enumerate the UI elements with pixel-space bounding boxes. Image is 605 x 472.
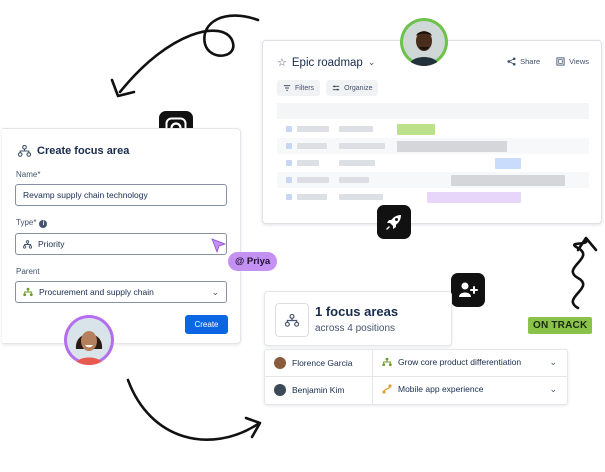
- parent-label: Parent: [16, 267, 40, 276]
- parent-select-value: Procurement and supply chain: [39, 287, 154, 297]
- person-name: Benjamin Kim: [292, 385, 345, 395]
- person-cell: Florence Garcia: [274, 357, 352, 369]
- filters-button[interactable]: Filters: [277, 80, 321, 96]
- name-label: Name*: [16, 170, 41, 179]
- star-icon[interactable]: ☆: [277, 56, 287, 69]
- chevron-down-icon[interactable]: ⌄: [211, 287, 219, 298]
- hierarchy-icon: [23, 239, 32, 249]
- hierarchy-icon: [23, 287, 33, 297]
- epic-roadmap-card: ☆ Epic roadmap ⌄ Share Views Filters Org…: [262, 40, 602, 224]
- assignments-table: Florence Garcia Grow core product differ…: [264, 349, 568, 405]
- roadmap-title-text: Epic roadmap: [291, 56, 363, 69]
- timeline-bar[interactable]: [451, 175, 565, 186]
- focus-count-subtitle: across 4 positions: [315, 323, 396, 334]
- avatar-woman-image: [67, 318, 111, 365]
- filter-icon: [283, 85, 291, 91]
- rocket-tile: [377, 205, 411, 239]
- focus-count-title: 1 focus areas: [315, 304, 399, 319]
- avatar: [274, 384, 286, 396]
- roadmap-actions: Share Views: [507, 57, 589, 66]
- filters-label: Filters: [295, 84, 315, 92]
- person-cell: Benjamin Kim: [274, 384, 344, 396]
- roadmap-title[interactable]: ☆ Epic roadmap ⌄: [277, 56, 376, 70]
- timeline-bar[interactable]: [397, 141, 507, 152]
- info-icon[interactable]: i: [39, 220, 48, 228]
- form-title: Create focus area: [18, 145, 129, 157]
- person-name: Florence Garcia: [292, 358, 353, 368]
- chevron-down-icon[interactable]: ⌄: [549, 357, 557, 368]
- roadmap-filter-bar: Filters Organize: [277, 80, 379, 96]
- create-button[interactable]: Create: [185, 315, 228, 334]
- path-icon: [382, 384, 392, 394]
- avatar-man-image: [403, 21, 445, 66]
- views-icon: [556, 57, 565, 66]
- roadmap-row[interactable]: [277, 189, 589, 205]
- hierarchy-icon: [285, 313, 299, 327]
- curved-arrow-bottom: [126, 378, 260, 441]
- table-row[interactable]: Benjamin Kim Mobile app experience ⌄: [265, 377, 567, 403]
- type-label: Type* i: [16, 218, 48, 228]
- avatar: [274, 357, 286, 369]
- focus-area-name: Grow core product differentiation: [398, 357, 522, 367]
- chevron-down-icon[interactable]: ⌄: [368, 57, 376, 68]
- hierarchy-icon: [18, 145, 31, 157]
- focus-area-cell: Mobile app experience: [382, 384, 484, 394]
- views-button[interactable]: Views: [556, 57, 589, 66]
- share-label: Share: [520, 57, 541, 66]
- share-button[interactable]: Share: [507, 57, 540, 66]
- hierarchy-icon: [382, 357, 392, 367]
- avatar-woman: [64, 315, 114, 365]
- type-label-text: Type*: [16, 218, 37, 227]
- type-select[interactable]: Priority: [15, 233, 227, 255]
- name-field[interactable]: Revamp supply chain technology: [15, 184, 227, 206]
- status-badge: ON TRACK: [528, 317, 593, 334]
- views-label: Views: [569, 57, 589, 66]
- focus-areas-summary: 1 focus areas across 4 positions: [264, 291, 452, 346]
- curved-arrow-top: [118, 14, 260, 94]
- rocket-icon: [386, 215, 401, 230]
- timeline-bar[interactable]: [495, 158, 521, 169]
- organize-icon: [332, 85, 340, 91]
- timeline-bar[interactable]: [397, 124, 435, 135]
- focus-area-icon-box: [275, 303, 309, 337]
- share-icon: [507, 57, 516, 66]
- organize-button[interactable]: Organize: [326, 80, 379, 96]
- roadmap-table-header: [277, 103, 589, 119]
- add-user-icon: [459, 282, 478, 297]
- roadmap-row[interactable]: [277, 121, 589, 137]
- parent-select[interactable]: Procurement and supply chain ⌄: [15, 281, 227, 303]
- type-select-value: Priority: [38, 239, 65, 249]
- add-user-tile: [451, 273, 485, 307]
- name-field-value: Revamp supply chain technology: [23, 190, 148, 200]
- focus-area-name: Mobile app experience: [398, 384, 484, 394]
- roadmap-row[interactable]: [277, 138, 589, 154]
- timeline-bar[interactable]: [427, 192, 521, 203]
- roadmap-row[interactable]: [277, 155, 589, 171]
- chevron-down-icon[interactable]: ⌄: [549, 384, 557, 395]
- create-focus-area-form: Create focus area Name* Revamp supply ch…: [2, 128, 241, 344]
- cursor-pointer-icon: [211, 238, 227, 254]
- focus-area-cell: Grow core product differentiation: [382, 357, 521, 367]
- table-row[interactable]: Florence Garcia Grow core product differ…: [265, 350, 567, 376]
- organize-label: Organize: [344, 84, 373, 92]
- squiggle-arrow-right: [571, 238, 588, 310]
- form-title-text: Create focus area: [37, 145, 130, 157]
- roadmap-row[interactable]: [277, 172, 589, 188]
- avatar-man: [400, 18, 448, 66]
- arrow-head-right: [576, 236, 598, 252]
- mention-tag: @ Priya: [228, 252, 278, 271]
